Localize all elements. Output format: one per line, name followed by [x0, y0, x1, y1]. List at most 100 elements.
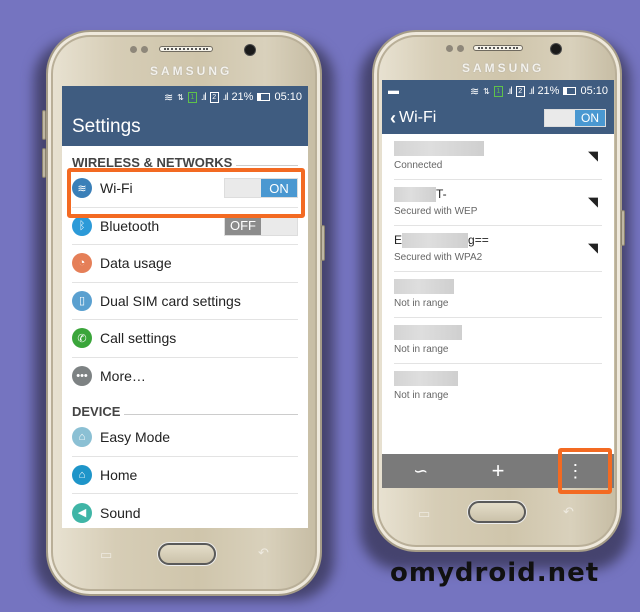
home-button[interactable] — [468, 501, 526, 523]
network-ssid: Eg== — [394, 233, 489, 249]
item-label: Call settings — [100, 330, 177, 347]
network-item[interactable]: Not in range — [394, 318, 602, 364]
more-options-highlight-box — [558, 448, 612, 494]
section-title: DEVICE — [72, 404, 121, 419]
wifi-screen: ▬ ≋ ⇅ 1 .ıl 2 .ıl 21% 05:10 ‹ Wi-Fi ON C… — [382, 80, 614, 488]
section-header: DEVICE — [62, 395, 308, 419]
data-arrows-icon: ⇅ — [177, 92, 184, 102]
toggle-state: ON — [575, 110, 605, 126]
sim2-icon: 2 — [515, 85, 525, 97]
settings-item-call[interactable]: ✆ Call settings — [72, 320, 298, 358]
network-item[interactable]: Not in range — [394, 364, 602, 410]
earpiece-speaker — [159, 46, 213, 52]
item-label: Easy Mode — [100, 429, 171, 446]
phone-icon: ✆ — [72, 328, 92, 349]
clock: 05:10 — [274, 91, 302, 103]
network-item[interactable]: Not in range — [394, 272, 602, 318]
data-arrows-icon: ⇅ — [483, 86, 490, 96]
network-status: Secured with WPA2 — [394, 252, 483, 263]
wifi-signal-lock-icon: ◥ — [588, 240, 598, 255]
app-bar: ‹ Wi-Fi ON — [382, 102, 614, 134]
item-label: Home — [100, 466, 138, 483]
ssid-text: g== — [468, 233, 489, 247]
battery-percent: 21% — [231, 91, 254, 103]
home-icon: ⌂ — [72, 464, 92, 485]
network-status: Not in range — [394, 390, 449, 401]
add-network-icon[interactable]: + — [459, 458, 536, 484]
ssid-text: E — [394, 233, 403, 247]
battery-icon — [257, 93, 271, 101]
front-camera — [550, 43, 562, 55]
bluetooth-toggle[interactable]: OFF — [224, 215, 298, 236]
network-item[interactable]: T- Secured with WEP ◥ — [394, 180, 602, 226]
recent-apps-key[interactable]: ▭ — [418, 506, 430, 522]
bluetooth-icon: ᛒ — [72, 215, 92, 236]
sim1-icon: 1 — [493, 85, 503, 97]
redacted-ssid — [394, 279, 454, 295]
wifi-status-icon: ≋ — [469, 85, 480, 98]
more-icon: ••• — [72, 366, 92, 387]
network-status: Secured with WEP — [394, 206, 478, 217]
wifi-signal-lock-icon: ◥ — [588, 148, 598, 163]
page-title: Wi-Fi — [399, 109, 437, 126]
wps-icon[interactable]: ∽ — [382, 461, 459, 482]
item-label: Data usage — [100, 255, 172, 272]
item-label: More… — [100, 368, 146, 385]
ssid-text: T- — [436, 187, 447, 201]
network-ssid — [394, 325, 462, 341]
status-bar: ≋ ⇅ 1 .ıl 2 .ıl 21% 05:10 — [62, 86, 308, 108]
brand-logo: SAMSUNG — [150, 64, 233, 78]
wifi-signal-lock-icon: ◥ — [588, 194, 598, 209]
redacted-ssid — [394, 325, 462, 341]
data-usage-icon: ◔ — [72, 253, 92, 274]
redacted-ssid — [394, 371, 458, 387]
network-item[interactable]: Eg== Secured with WPA2 ◥ — [394, 226, 602, 272]
sound-icon: ◀ — [72, 502, 92, 523]
sim2-icon: 2 — [209, 91, 219, 103]
signal-icon: .ıl — [200, 91, 207, 103]
wifi-highlight-box — [67, 168, 305, 218]
network-item[interactable]: Connected ◥ — [394, 134, 602, 180]
sim-card-icon: ▯ — [72, 290, 92, 311]
network-ssid — [394, 279, 454, 295]
settings-item-dual-sim[interactable]: ▯ Dual SIM card settings — [72, 283, 298, 320]
redacted-ssid — [394, 187, 436, 203]
wifi-master-toggle[interactable]: ON — [544, 109, 606, 127]
battery-icon — [563, 87, 577, 95]
network-list: Connected ◥ T- Secured with WEP ◥ Eg== S… — [382, 134, 614, 410]
status-bar: ▬ ≋ ⇅ 1 .ıl 2 .ıl 21% 05:10 — [382, 80, 614, 102]
power-button — [321, 225, 325, 261]
settings-item-home[interactable]: ⌂ Home — [72, 457, 298, 494]
redacted-ssid — [394, 141, 484, 157]
item-label: Dual SIM card settings — [100, 292, 241, 309]
volume-button — [42, 110, 46, 140]
page-title: Settings — [72, 116, 141, 137]
settings-item-sound[interactable]: ◀ Sound — [72, 494, 298, 528]
divider — [236, 165, 298, 166]
battery-percent: 21% — [537, 85, 560, 97]
toggle-state: OFF — [225, 216, 261, 235]
network-ssid — [394, 371, 458, 387]
power-button — [621, 210, 625, 246]
earpiece-speaker — [473, 45, 523, 51]
back-chevron-icon[interactable]: ‹ — [390, 108, 396, 129]
sensor — [141, 46, 148, 53]
recent-apps-key[interactable]: ▭ — [100, 547, 112, 563]
home-button[interactable] — [158, 543, 216, 565]
app-bar: Settings — [62, 108, 308, 146]
network-ssid — [394, 141, 484, 157]
back-key[interactable]: ↶ — [258, 545, 269, 561]
section-header: WIRELESS & NETWORKS — [62, 146, 308, 170]
network-ssid: T- — [394, 187, 447, 203]
wifi-status-icon: ≋ — [163, 91, 174, 104]
signal-icon: .ıl — [528, 85, 535, 97]
item-label: Sound — [100, 504, 141, 521]
settings-item-data-usage[interactable]: ◔ Data usage — [72, 245, 298, 283]
item-label: Bluetooth — [100, 217, 160, 234]
back-key[interactable]: ↶ — [563, 504, 574, 520]
easy-mode-icon: ⌂ — [72, 427, 92, 448]
network-status: Not in range — [394, 344, 449, 355]
settings-item-more[interactable]: ••• More… — [72, 358, 298, 396]
settings-item-easy-mode[interactable]: ⌂ Easy Mode — [72, 419, 298, 457]
divider — [124, 414, 298, 415]
